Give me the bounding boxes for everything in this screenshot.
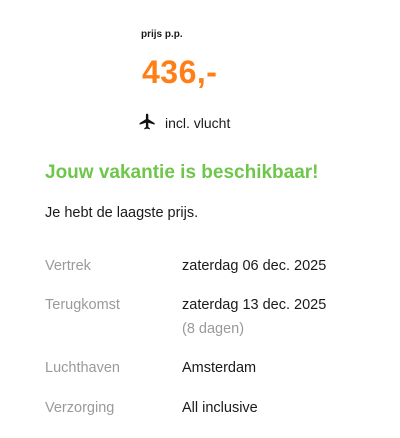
board-value: All inclusive [182,400,258,416]
price-per-person-label: prijs p.p. [141,29,183,40]
availability-headline: Jouw vakantie is beschikbaar! [45,162,319,183]
trip-summary-page: { "price": { "label": "prijs p.p.", "amo… [0,0,400,438]
flight-label: incl. vlucht [165,115,231,131]
board-label: Verzorging [45,400,115,416]
departure-value: zaterdag 06 dec. 2025 [182,258,327,274]
return-label: Terugkomst [45,297,120,313]
trip-duration: (8 dagen) [182,321,245,337]
airplane-icon [138,112,165,134]
return-value: zaterdag 13 dec. 2025 [182,297,327,313]
airport-label: Luchthaven [45,360,120,376]
lowest-price-text: Je hebt de laagste prijs. [45,205,199,221]
departure-label: Vertrek [45,258,91,274]
flight-included: incl. vlucht [138,112,230,134]
price-amount: 436,- [142,54,218,90]
airport-value: Amsterdam [182,360,257,376]
